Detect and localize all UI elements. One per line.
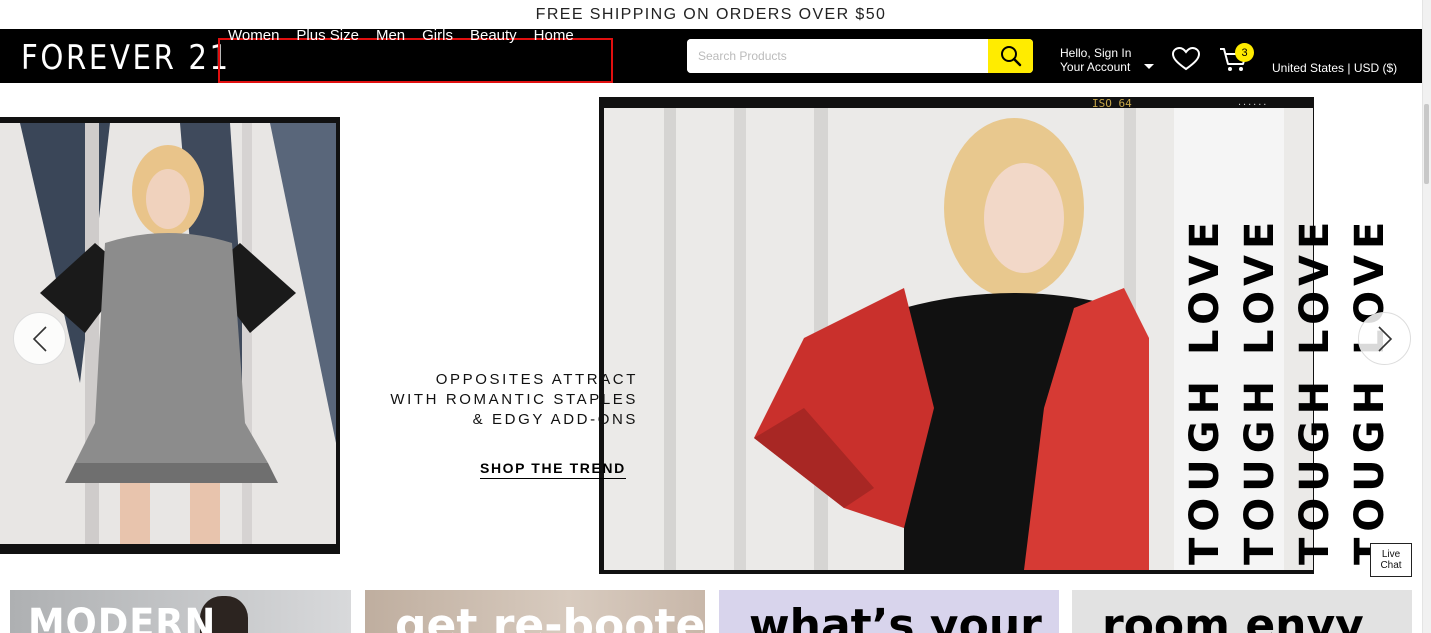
live-chat-button[interactable]: Live Chat bbox=[1370, 543, 1412, 577]
nav-item-girls[interactable]: Girls bbox=[422, 27, 453, 44]
film-frame-label: ISO 64 bbox=[1092, 97, 1132, 110]
carousel-prev-button[interactable] bbox=[13, 312, 66, 365]
promo-tile-room-envy[interactable]: room envy bbox=[1072, 590, 1412, 633]
vertical-text: TOUGH LOVE bbox=[1347, 215, 1393, 565]
promo-tile-rebooted[interactable]: get re-booted bbox=[365, 590, 705, 633]
live-chat-label: Chat bbox=[1380, 560, 1402, 571]
search-input[interactable] bbox=[687, 39, 987, 73]
tile-title: get re-booted bbox=[395, 600, 705, 633]
shop-the-trend-link[interactable]: SHOP THE TREND bbox=[480, 460, 626, 479]
film-frame-dots: ...... bbox=[1238, 96, 1269, 108]
tagline-line: OPPOSITES ATTRACT bbox=[435, 371, 638, 388]
tile-title: what’s your bbox=[749, 600, 1042, 633]
account-greeting: Hello, Sign In bbox=[1060, 46, 1132, 60]
page-scrollbar[interactable] bbox=[1422, 0, 1431, 633]
chevron-left-icon bbox=[32, 325, 47, 352]
account-label: Your Account bbox=[1060, 60, 1131, 74]
main-nav: Women Plus Size Men Girls Beauty Home bbox=[228, 27, 591, 44]
tagline-line: & EDGY ADD-ONS bbox=[472, 411, 638, 428]
vertical-text: TOUGH LOVE bbox=[1292, 215, 1338, 565]
heart-icon bbox=[1171, 46, 1201, 71]
vertical-text: TOUGH LOVE bbox=[1237, 215, 1283, 565]
locale-selector[interactable]: United States | USD ($) bbox=[1272, 61, 1397, 75]
forever21-logo[interactable]: FOREVER 21 bbox=[21, 38, 231, 78]
cart-count-badge: 3 bbox=[1235, 43, 1254, 62]
hero-tagline: OPPOSITES ATTRACT WITH ROMANTIC STAPLES … bbox=[380, 370, 638, 430]
promo-text: FREE SHIPPING ON ORDERS OVER $50 bbox=[535, 5, 887, 23]
live-chat-label: Live bbox=[1381, 549, 1401, 560]
chevron-down-icon[interactable] bbox=[1144, 64, 1154, 69]
tile-title: room envy bbox=[1102, 600, 1364, 633]
nav-item-beauty[interactable]: Beauty bbox=[470, 27, 517, 44]
search-bar bbox=[687, 39, 1033, 73]
promo-tile-modern[interactable]: MODERN bbox=[10, 590, 351, 633]
search-icon bbox=[1000, 46, 1021, 67]
tough-love-text-block: TOUGH LOVE TOUGH LOVE TOUGH LOVE TOUGH L… bbox=[1182, 200, 1393, 565]
nav-item-women[interactable]: Women bbox=[228, 27, 279, 44]
vertical-text: TOUGH LOVE bbox=[1182, 215, 1228, 565]
tagline-line: WITH ROMANTIC STAPLES bbox=[390, 391, 638, 408]
carousel-next-button[interactable] bbox=[1358, 312, 1411, 365]
nav-highlight-box bbox=[218, 38, 613, 83]
account-menu[interactable]: Hello, Sign In Your Account bbox=[1060, 46, 1131, 74]
nav-item-plus-size[interactable]: Plus Size bbox=[296, 27, 359, 44]
promo-tiles: MODERN get re-booted what’s your room en… bbox=[0, 590, 1422, 633]
promo-tile-whats-your[interactable]: what’s your bbox=[719, 590, 1059, 633]
promo-bar: FREE SHIPPING ON ORDERS OVER $50 bbox=[0, 0, 1422, 29]
wishlist-button[interactable] bbox=[1171, 46, 1201, 76]
search-button[interactable] bbox=[988, 39, 1033, 73]
site-header: FOREVER 21 Hello, Sign In Your Account 3… bbox=[0, 29, 1422, 83]
nav-item-men[interactable]: Men bbox=[376, 27, 405, 44]
scrollbar-thumb[interactable] bbox=[1424, 104, 1429, 184]
tile-title: MODERN bbox=[28, 601, 217, 633]
chevron-right-icon bbox=[1377, 325, 1392, 352]
nav-item-home[interactable]: Home bbox=[534, 27, 574, 44]
